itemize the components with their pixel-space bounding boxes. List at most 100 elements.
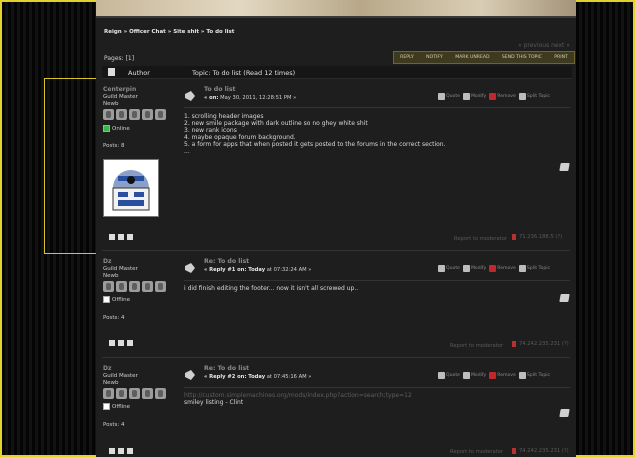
- quote-button[interactable]: Quote: [438, 372, 460, 379]
- split-topic-button[interactable]: Split Topic: [518, 265, 550, 272]
- print-button[interactable]: PRINT: [554, 55, 568, 60]
- post-line: 4. maybe opaque forum background.: [184, 134, 296, 141]
- post-actions: Quote Modify Remove Split Topic: [438, 372, 550, 379]
- rank-star-icon: [155, 388, 166, 399]
- email-icon[interactable]: [118, 340, 124, 346]
- modify-button[interactable]: Modify: [462, 372, 486, 379]
- report-to-moderator-link[interactable]: Report to moderator: [450, 343, 503, 349]
- post-line: 5. a form for apps that when posted it g…: [184, 141, 446, 148]
- quote-button[interactable]: Quote: [438, 93, 460, 100]
- post-body: 1. scrolling header images 2. new smile …: [184, 113, 446, 155]
- rank-stars: [103, 388, 166, 399]
- pm-icon[interactable]: [127, 234, 133, 240]
- pm-icon[interactable]: [127, 448, 133, 454]
- ip-address: 71.236.188.5 (?): [512, 234, 562, 240]
- author-column-header: Author: [128, 69, 150, 77]
- report-to-moderator-link[interactable]: Report to moderator: [450, 449, 503, 455]
- prev-next-links[interactable]: « previous next »: [518, 42, 570, 49]
- banner-divider: [96, 16, 576, 18]
- post-author-name[interactable]: Dz: [103, 365, 111, 372]
- post-date: « Reply #2 on: Today at 07:45:16 AM »: [204, 374, 312, 380]
- quick-quote-icon[interactable]: [559, 409, 570, 417]
- post-line: 2. new smile package with dark outline s…: [184, 120, 368, 127]
- remove-button[interactable]: Remove: [489, 265, 516, 272]
- online-status: Offline: [103, 296, 130, 303]
- online-status-label: Offline: [112, 403, 131, 410]
- post-date: « Reply #1 on: Today at 07:32:24 AM »: [204, 267, 312, 273]
- rank-star-icon: [155, 281, 166, 292]
- split-topic-button[interactable]: Split Topic: [518, 93, 550, 100]
- quote-button[interactable]: Quote: [438, 265, 460, 272]
- post-author-rank: Guild Master: [103, 373, 138, 379]
- breadcrumb[interactable]: Reign » Officer Chat » Site shit » To do…: [104, 29, 234, 35]
- profile-icon[interactable]: [109, 448, 115, 454]
- rank-stars: [103, 281, 166, 292]
- ip-flag-icon: [512, 234, 516, 240]
- post-author-name[interactable]: Centerpin: [103, 86, 136, 93]
- notify-button[interactable]: NOTIFY: [426, 55, 443, 60]
- split-icon: [518, 372, 526, 379]
- post-line: i did finish editing the footer... now i…: [184, 285, 359, 292]
- mark-unread-button[interactable]: MARK UNREAD: [455, 55, 489, 60]
- modify-icon: [462, 93, 470, 100]
- rank-star-icon: [103, 388, 114, 399]
- modify-button[interactable]: Modify: [462, 93, 486, 100]
- quick-quote-icon[interactable]: [559, 294, 570, 302]
- report-to-moderator-link[interactable]: Report to moderator: [454, 236, 507, 242]
- rank-stars: [103, 109, 166, 120]
- remove-button[interactable]: Remove: [489, 372, 516, 379]
- pages-indicator: Pages: [1]: [104, 55, 135, 62]
- post-author-rank: Guild Master: [103, 266, 138, 272]
- rank-star-icon: [142, 281, 153, 292]
- profile-icon[interactable]: [109, 340, 115, 346]
- rank-star-icon: [129, 109, 140, 120]
- email-icon[interactable]: [118, 448, 124, 454]
- topic-header: Author Topic: To do list (Read 12 times): [102, 66, 572, 79]
- post-count: Posts: 4: [103, 422, 125, 428]
- online-dot-icon: [103, 125, 110, 132]
- modify-button[interactable]: Modify: [462, 265, 486, 272]
- rank-star-icon: [103, 109, 114, 120]
- rank-star-icon: [116, 388, 127, 399]
- topic-button-bar: REPLY NOTIFY MARK UNREAD SEND THIS TOPIC…: [393, 51, 575, 64]
- online-status: Online: [103, 125, 130, 132]
- r2d2-avatar-image: [104, 160, 158, 216]
- modify-icon: [462, 372, 470, 379]
- forum-content: Reign » Officer Chat » Site shit » To do…: [96, 0, 576, 457]
- header-banner: [96, 0, 576, 16]
- remove-icon: [489, 93, 497, 100]
- post-divider: [184, 387, 570, 388]
- split-icon: [518, 265, 526, 272]
- split-topic-button[interactable]: Split Topic: [518, 372, 550, 379]
- post-actions: Quote Modify Remove Split Topic: [438, 93, 550, 100]
- post-title[interactable]: Re: To do list: [204, 365, 249, 372]
- profile-icon[interactable]: [109, 234, 115, 240]
- remove-button[interactable]: Remove: [489, 93, 516, 100]
- rank-star-icon: [129, 388, 140, 399]
- post-count: Posts: 4: [103, 315, 125, 321]
- send-topic-button[interactable]: SEND THIS TOPIC: [502, 55, 542, 60]
- right-background: [576, 2, 633, 455]
- avatar[interactable]: [103, 159, 159, 217]
- side-panel-outline: [44, 78, 97, 254]
- pm-icon[interactable]: [127, 340, 133, 346]
- offline-dot-icon: [103, 403, 110, 410]
- rank-star-icon: [116, 281, 127, 292]
- ip-flag-icon: [512, 341, 516, 347]
- post-title[interactable]: Re: To do list: [204, 258, 249, 265]
- rank-star-icon: [142, 388, 153, 399]
- post-body: i did finish editing the footer... now i…: [184, 285, 358, 292]
- quick-quote-icon[interactable]: [559, 163, 570, 171]
- post-author-name[interactable]: Dz: [103, 258, 111, 265]
- post-separator: [102, 357, 570, 358]
- post-title[interactable]: To do list: [204, 86, 236, 93]
- split-icon: [518, 93, 526, 100]
- ip-flag-icon: [512, 448, 516, 454]
- profile-icons: [109, 448, 133, 454]
- reply-button[interactable]: REPLY: [400, 55, 414, 60]
- post-author-group: Newb: [103, 273, 119, 279]
- email-icon[interactable]: [118, 234, 124, 240]
- ip-address: 74.242.235.231 (?): [512, 448, 569, 454]
- topic-icon: [108, 68, 115, 76]
- post-link[interactable]: http://custom.simplemachines.org/mods/in…: [184, 392, 412, 399]
